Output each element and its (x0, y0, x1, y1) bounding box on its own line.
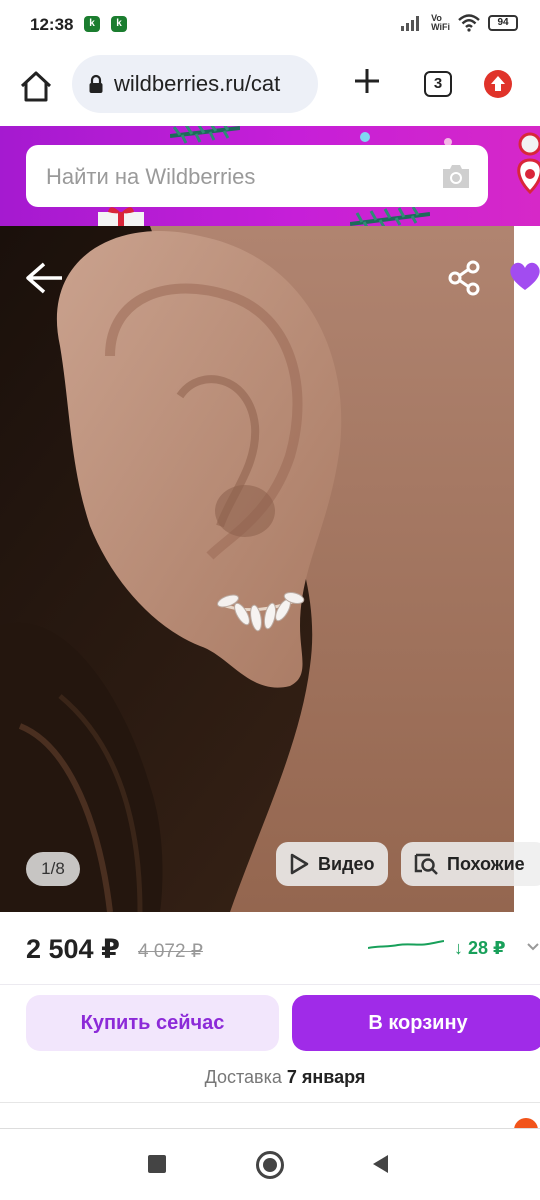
search-placeholder: Найти на Wildberries (46, 164, 256, 189)
chevron-down-icon[interactable] (526, 940, 540, 954)
image-counter: 1/8 (26, 852, 80, 886)
section-divider (0, 1102, 540, 1128)
share-icon[interactable] (446, 260, 482, 296)
location-pin-icon[interactable] (506, 130, 540, 200)
status-indicators: Vo WiFi 94 (401, 14, 518, 32)
gift-decoration (98, 207, 144, 226)
delivery-prefix: Доставка (204, 1067, 282, 1087)
recents-icon[interactable] (148, 1155, 166, 1173)
new-tab-icon[interactable] (350, 64, 384, 98)
delivery-info: Доставка 7 января (0, 1067, 540, 1088)
store-header: Найти на Wildberries (0, 126, 540, 226)
similar-label: Похожие (447, 853, 525, 874)
product-photo (0, 226, 514, 912)
battery-indicator: 94 (488, 15, 518, 31)
play-icon (290, 853, 309, 875)
similar-button[interactable]: Похожие (401, 842, 540, 886)
status-bar: 12:38 k k Vo WiFi 94 (0, 0, 540, 52)
back-nav-icon[interactable] (370, 1153, 390, 1175)
status-time: 12:38 (30, 15, 74, 34)
current-price: 2 504 ₽ (26, 934, 120, 964)
add-to-cart-button[interactable]: В корзину (292, 995, 540, 1051)
arrow-up-icon (491, 76, 505, 91)
product-image[interactable] (0, 226, 514, 912)
home-nav-icon[interactable] (256, 1151, 284, 1179)
video-label: Видео (318, 853, 375, 874)
signal-icon (401, 16, 420, 31)
old-price: 4 072 ₽ (138, 941, 203, 962)
address-bar[interactable]: wildberries.ru/cat (72, 55, 318, 113)
browser-toolbar: wildberries.ru/cat 3 (0, 52, 540, 126)
similar-search-icon (414, 853, 438, 875)
next-image-peek (514, 226, 540, 912)
buy-now-button[interactable]: Купить сейчас (26, 995, 279, 1051)
home-icon[interactable] (16, 66, 56, 106)
purchase-actions: Купить сейчас В корзину Доставка 7 январ… (0, 984, 540, 1102)
pine-branch-decoration (170, 126, 240, 144)
url-text: wildberries.ru/cat (114, 71, 281, 96)
lock-icon (89, 74, 103, 93)
k-app-icon: k (84, 16, 100, 32)
ornament-decoration (360, 132, 370, 142)
back-arrow-icon[interactable] (22, 258, 66, 298)
favorite-heart-icon[interactable] (508, 260, 540, 292)
system-nav-bar (0, 1128, 540, 1200)
vowifi-label: Vo WiFi (431, 13, 450, 32)
tab-count-button[interactable]: 3 (424, 71, 452, 97)
delivery-date: 7 января (286, 1067, 366, 1087)
video-button[interactable]: Видео (276, 842, 388, 886)
wifi-icon (458, 14, 480, 32)
price-section: 2 504 ₽ 4 072 ₽ ↓ 28 ₽ (0, 912, 540, 984)
update-icon[interactable] (484, 70, 512, 98)
camera-icon[interactable] (440, 162, 472, 190)
k-app-icon: k (111, 16, 127, 32)
price-drop[interactable]: ↓ 28 ₽ (454, 938, 506, 959)
price-trend-chart[interactable] (368, 936, 444, 952)
search-input[interactable]: Найти на Wildberries (26, 145, 488, 207)
